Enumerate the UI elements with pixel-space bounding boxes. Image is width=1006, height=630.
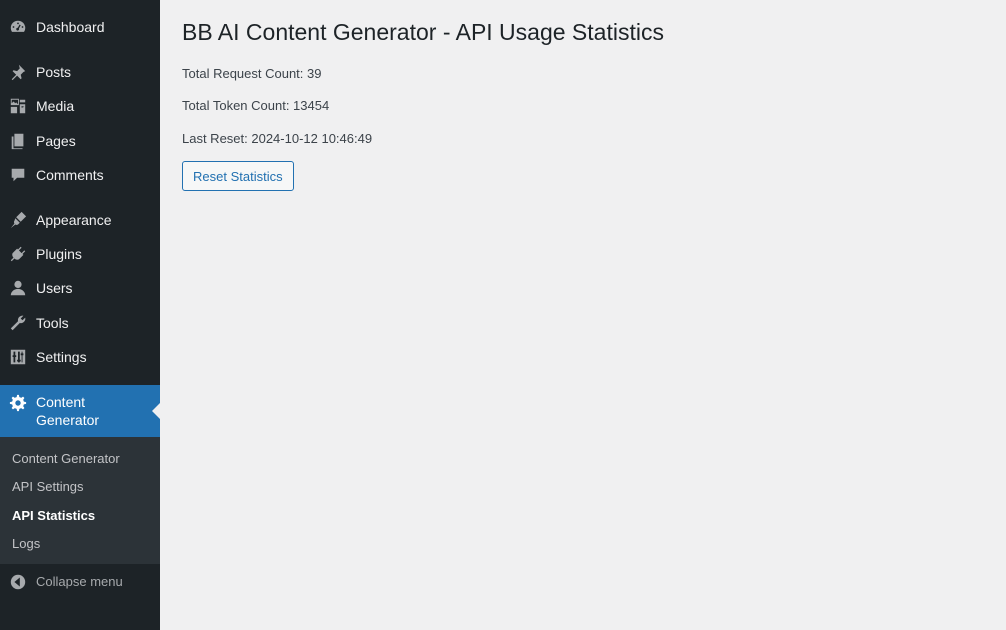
page-title: BB AI Content Generator - API Usage Stat… [182,19,664,45]
sidebar-item-pages[interactable]: Pages [0,124,160,158]
comments-icon [9,166,27,184]
sidebar-item-settings[interactable]: Settings [0,340,160,374]
media-icon [9,97,27,115]
users-icon [9,279,27,297]
sidebar-item-label: Media [36,98,75,114]
submenu-item-content-generator[interactable]: Content Generator [12,451,120,467]
plugins-icon [9,245,27,263]
sidebar-item-dashboard[interactable]: Dashboard [0,10,160,44]
sidebar-item-comments[interactable]: Comments [0,158,160,192]
sidebar-item-posts[interactable]: Posts [0,55,160,89]
submenu-item-api-statistics[interactable]: API Statistics [12,508,95,524]
pages-icon [9,132,27,150]
sidebar-item-label: Users [36,280,73,296]
current-menu-arrow [152,403,160,419]
collapse-menu-button[interactable]: Collapse menu [0,570,160,594]
sidebar-item-label: Pages [36,133,76,149]
sidebar-item-label: Appearance [36,212,112,228]
submenu-item-logs[interactable]: Logs [12,536,40,552]
paintbrush-icon [9,211,27,229]
submenu: Content Generator API Settings API Stati… [0,437,160,564]
sidebar-item-users[interactable]: Users [0,271,160,305]
sidebar-item-label: Content Generator [36,394,100,428]
sidebar-item-appearance[interactable]: Appearance [0,203,160,237]
total-token-count: Total Token Count: 13454 [182,98,330,113]
sidebar-item-label: Comments [36,167,104,183]
sidebar-item-label: Tools [36,315,69,331]
collapse-menu-label: Collapse menu [36,574,123,589]
sidebar-item-label: Posts [36,64,72,80]
sidebar-item-content-generator[interactable]: Content Generator [0,385,160,437]
pushpin-icon [9,63,27,81]
admin-sidebar: Dashboard Posts Media Pages Comments App… [0,0,160,630]
last-reset: Last Reset: 2024-10-12 10:46:49 [182,131,373,146]
collapse-arrow-icon [9,573,27,591]
wrench-icon [9,314,27,332]
total-request-count: Total Request Count: 39 [182,66,322,81]
sidebar-item-plugins[interactable]: Plugins [0,237,160,271]
sidebar-item-label: Settings [36,349,87,365]
sidebar-item-media[interactable]: Media [0,89,160,123]
sidebar-item-tools[interactable]: Tools [0,306,160,340]
sidebar-item-label: Plugins [36,246,82,262]
reset-statistics-button[interactable]: Reset Statistics [182,161,294,191]
dashboard-icon [9,18,27,36]
submenu-item-api-settings[interactable]: API Settings [12,479,84,495]
gear-icon [9,394,27,412]
settings-sliders-icon [9,348,27,366]
sidebar-item-label: Dashboard [36,19,105,35]
